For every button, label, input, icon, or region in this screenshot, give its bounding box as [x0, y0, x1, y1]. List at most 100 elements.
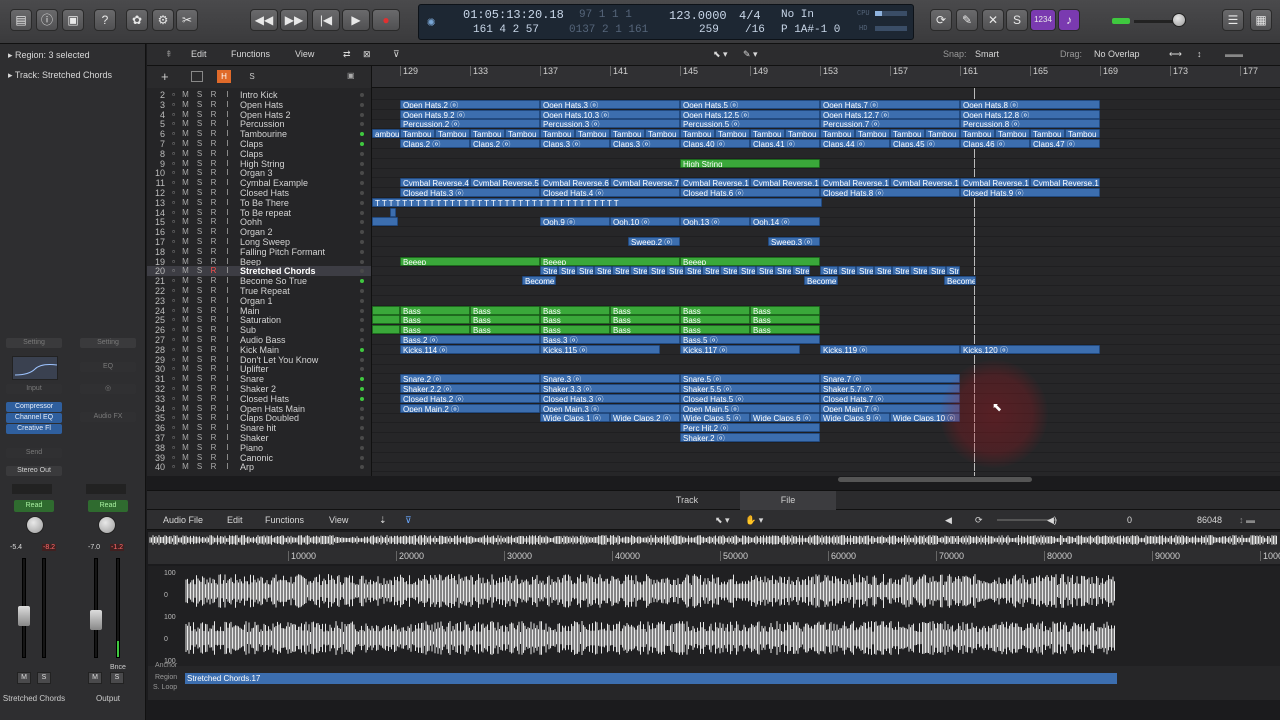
region[interactable]: Stre [648, 266, 666, 276]
mute-button[interactable]: M [181, 149, 190, 159]
region[interactable]: Stre [874, 266, 892, 276]
region[interactable]: Bass [400, 305, 470, 315]
region[interactable]: T T T T T T T T T T T T T T T T T T T T … [372, 197, 822, 207]
mute-button[interactable]: M [181, 394, 190, 404]
solo-button[interactable]: S [195, 364, 204, 374]
input-monitor-button[interactable]: I [223, 345, 232, 355]
track-header[interactable]: 39 ▫ M S R I Canonic [147, 453, 371, 463]
track-name[interactable]: Organ 1 [240, 296, 273, 306]
mute-button[interactable]: M [181, 384, 190, 394]
record-enable-button[interactable]: R [209, 296, 218, 306]
record-enable-button[interactable]: R [209, 188, 218, 198]
bar-ruler[interactable]: 129 133 137 141 145 149 153 157 161 165 169 173 177 [372, 66, 1280, 88]
region[interactable] [372, 217, 398, 227]
drag-select[interactable]: No Overlap [1094, 49, 1140, 59]
track-name[interactable]: High String [240, 159, 285, 169]
region[interactable]: Tambou [820, 129, 855, 139]
toolbar-icon[interactable]: ▣ [62, 9, 84, 31]
solo-button[interactable]: S [195, 443, 204, 453]
region[interactable]: Open Main.3 ⓞ [540, 403, 680, 413]
solo-button[interactable]: S [195, 90, 204, 100]
region[interactable]: Cymbal Reverse.1 [890, 178, 960, 188]
record-enable-button[interactable]: R [209, 384, 218, 394]
track-name[interactable]: Falling Pitch Formant [240, 247, 325, 257]
sample-ruler[interactable]: 10000 20000 30000 40000 50000 60000 70000 80000… [148, 548, 1280, 564]
record-enable-button[interactable]: R [209, 462, 218, 472]
track-header[interactable]: 6 ▫ M S R I Tambourine [147, 129, 371, 139]
header-options-icon[interactable]: ▣ [347, 71, 355, 80]
region[interactable]: Tambou [750, 129, 785, 139]
region[interactable]: Stre [756, 266, 774, 276]
input-monitor-button[interactable]: I [223, 100, 232, 110]
region[interactable]: Ooen Hats.12.7 ⓞ [820, 109, 960, 119]
count-in-counter[interactable]: 1234 [1030, 9, 1056, 31]
record-enable-button[interactable]: R [209, 423, 218, 433]
region[interactable]: Cymbal Reverse.1 [750, 178, 820, 188]
solo-button[interactable]: S [195, 198, 204, 208]
input-monitor-button[interactable]: I [223, 266, 232, 276]
play-icon[interactable]: ▶ [342, 9, 370, 31]
mute-button[interactable]: M [181, 433, 190, 443]
record-enable-button[interactable]: R [209, 149, 218, 159]
editor-region[interactable]: Stretched Chords.17 [185, 673, 1117, 684]
mute-button[interactable]: M [181, 306, 190, 316]
ruler-icon[interactable]: ⇣ [379, 515, 387, 526]
group-slot[interactable] [12, 484, 52, 494]
track-name[interactable]: Closed Hats [240, 394, 289, 404]
mute-button[interactable]: M [181, 178, 190, 188]
track-header[interactable]: 16 ▫ M S R I Organ 2 [147, 227, 371, 237]
mute-button[interactable]: M [181, 335, 190, 345]
region[interactable]: Percussion.5 ⓞ [680, 119, 820, 129]
region[interactable]: Tambou [540, 129, 575, 139]
folder-icon[interactable] [191, 71, 203, 82]
solo-button[interactable]: S [195, 129, 204, 139]
record-enable-button[interactable]: R [209, 394, 218, 404]
track-lane[interactable] [372, 159, 1280, 169]
track-lane[interactable] [372, 247, 1280, 257]
track-name[interactable]: Percussion [240, 119, 285, 129]
record-enable-button[interactable]: R [209, 345, 218, 355]
track-header[interactable]: 7 ▫ M S R I Claps [147, 139, 371, 149]
region[interactable]: Claps.3 ⓞ [540, 139, 610, 148]
track-lane[interactable] [372, 453, 1280, 463]
region[interactable]: Snare.5 ⓞ [680, 374, 820, 384]
record-enable-button[interactable]: R [209, 139, 218, 149]
region[interactable]: Claps.46 ⓞ [960, 139, 1030, 148]
speaker-icon[interactable]: ◀ [945, 515, 952, 526]
vertical-zoom-icon[interactable]: ↕ [1197, 49, 1202, 59]
region[interactable] [372, 315, 400, 325]
region[interactable]: Sweep.3 ⓞ [768, 237, 820, 246]
region[interactable]: Bass [680, 325, 750, 335]
solo-button[interactable]: S [195, 355, 204, 365]
solo-button[interactable]: S [195, 119, 204, 129]
region[interactable]: Kicks.120 ⓞ [960, 344, 1100, 354]
region[interactable]: Tambou [995, 129, 1030, 139]
input-monitor-button[interactable]: I [223, 404, 232, 414]
region[interactable]: Tambou [645, 129, 680, 139]
solo-button[interactable]: S [195, 413, 204, 423]
region[interactable]: Cymbal Reverse.6 [540, 178, 610, 188]
track-inspector-header[interactable]: ▸ Track: Stretched Chords [0, 66, 146, 84]
track-header[interactable]: 34 ▫ M S R I Open Hats Main [147, 404, 371, 414]
track-name[interactable]: Audio Bass [240, 335, 286, 345]
track-lane[interactable] [372, 149, 1280, 159]
solo-button[interactable]: S [195, 168, 204, 178]
region[interactable]: Open Main.7 ⓞ [820, 403, 960, 413]
setting-slot[interactable]: Setting [6, 338, 62, 348]
region[interactable]: Stre [946, 266, 960, 276]
track-lane[interactable] [372, 237, 1280, 247]
solo-button[interactable]: S [195, 266, 204, 276]
mute-button[interactable]: M [181, 423, 190, 433]
input-monitor-button[interactable]: I [223, 237, 232, 247]
track-name[interactable]: Snare hit [240, 423, 276, 433]
region[interactable]: Ooh.13 ⓞ [680, 217, 750, 227]
track-header[interactable]: 21 ▫ M S R I Become So True [147, 276, 371, 286]
track-header[interactable]: 17 ▫ M S R I Long Sweep [147, 237, 371, 247]
region[interactable]: Wide Claps.2 ⓞ [610, 413, 680, 423]
region[interactable]: Ooen Hats.7 ⓞ [820, 99, 960, 109]
input-monitor-button[interactable]: I [223, 335, 232, 345]
solo-button[interactable]: S [195, 276, 204, 286]
track-name[interactable]: Claps Doubled [240, 413, 299, 423]
solo-button[interactable]: S [195, 100, 204, 110]
track-lane[interactable] [372, 168, 1280, 179]
